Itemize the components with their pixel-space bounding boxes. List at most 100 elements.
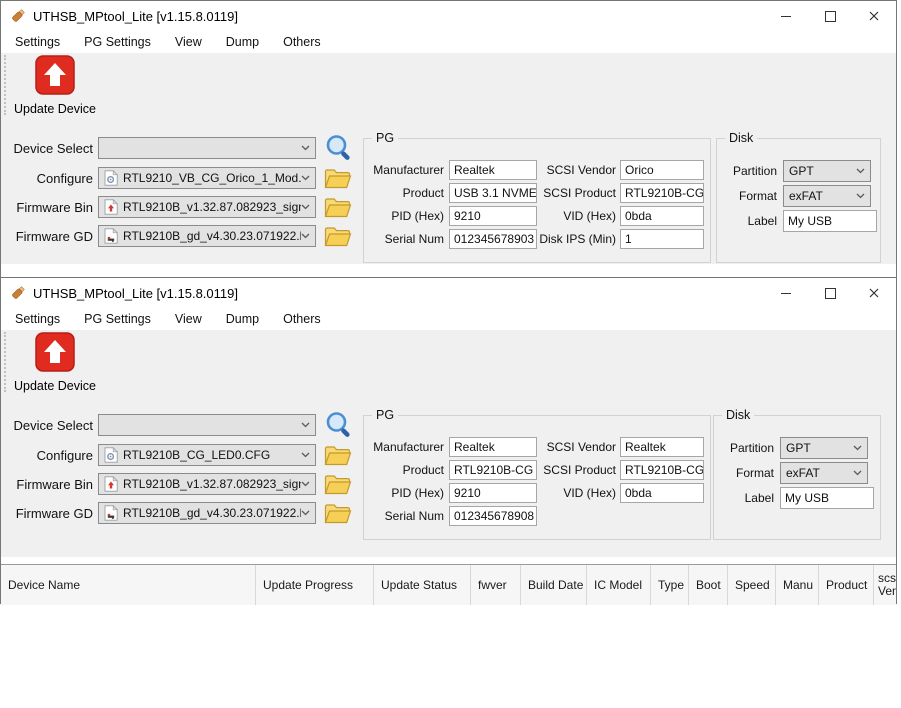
- disk-groupbox: Disk Partition GPT Format exFAT Label My…: [713, 415, 881, 540]
- col-device-name[interactable]: Device Name: [1, 565, 256, 605]
- menu-dump[interactable]: Dump: [214, 308, 271, 330]
- col-speed[interactable]: Speed: [728, 565, 776, 605]
- menu-others[interactable]: Others: [271, 308, 333, 330]
- col-manu[interactable]: Manu: [776, 565, 819, 605]
- firmware-gd-combo[interactable]: RTL9210B_gd_v4.30.23.071922.bin: [98, 502, 316, 524]
- product-field[interactable]: USB 3.1 NVME: [449, 183, 537, 203]
- col-update-status[interactable]: Update Status: [374, 565, 471, 605]
- close-button[interactable]: [852, 1, 896, 31]
- menu-pg-settings[interactable]: PG Settings: [72, 31, 163, 53]
- firmware-bin-combo[interactable]: RTL9210B_v1.32.87.082923_signed.: [98, 196, 316, 218]
- firmware-gd-value: RTL9210B_gd_v4.30.23.071922.bin: [123, 229, 301, 243]
- menu-others[interactable]: Others: [271, 31, 333, 53]
- format-combo[interactable]: exFAT: [783, 185, 871, 207]
- minimize-icon: [781, 16, 791, 17]
- menu-dump[interactable]: Dump: [214, 31, 271, 53]
- titlebar[interactable]: UTHSB_MPtool_Lite [v1.15.8.0119]: [1, 1, 896, 31]
- scsi-vendor-field[interactable]: Orico: [620, 160, 704, 180]
- vid-hex-field[interactable]: 0bda: [620, 483, 704, 503]
- close-button[interactable]: [852, 278, 896, 308]
- manufacturer-field[interactable]: Realtek: [449, 160, 537, 180]
- partition-combo[interactable]: GPT: [783, 160, 871, 182]
- serial-num-field[interactable]: 012345678903: [449, 229, 537, 249]
- update-device-label: Update Device: [9, 102, 101, 116]
- maximize-button[interactable]: [808, 278, 852, 308]
- manufacturer-label: Manufacturer: [364, 160, 444, 180]
- window-controls: [764, 1, 896, 31]
- menu-settings[interactable]: Settings: [3, 31, 72, 53]
- gd-file-icon: [104, 228, 118, 244]
- folder-open-icon[interactable]: [324, 168, 352, 189]
- device-select-combo[interactable]: [98, 414, 316, 436]
- product-label: Product: [364, 460, 444, 480]
- firmware-bin-row: Firmware Bin RTL9210B_v1.32.87.082923_si…: [1, 196, 352, 218]
- window-title: UTHSB_MPtool_Lite [v1.15.8.0119]: [33, 286, 238, 301]
- col-scsi-ven[interactable]: scsi Ven: [874, 565, 896, 605]
- minimize-button[interactable]: [764, 1, 808, 31]
- col-ic-model[interactable]: IC Model: [587, 565, 651, 605]
- app-window-2: UTHSB_MPtool_Lite [v1.15.8.0119] Setting…: [0, 277, 897, 604]
- disk-ips-field[interactable]: 1: [620, 229, 704, 249]
- col-build-date[interactable]: Build Date: [521, 565, 587, 605]
- menu-view[interactable]: View: [163, 308, 214, 330]
- firmware-gd-combo[interactable]: RTL9210B_gd_v4.30.23.071922.bin: [98, 225, 316, 247]
- firmware-bin-value: RTL9210B_v1.32.87.082923_signed.: [123, 200, 301, 214]
- update-device-icon: [35, 332, 75, 372]
- menu-pg-settings[interactable]: PG Settings: [72, 308, 163, 330]
- scsi-product-field[interactable]: RTL9210B-CG: [620, 183, 704, 203]
- manufacturer-field[interactable]: Realtek: [449, 437, 537, 457]
- menu-bar: Settings PG Settings View Dump Others: [1, 308, 896, 330]
- search-icon[interactable]: [324, 133, 354, 163]
- device-table-header: Device Name Update Progress Update Statu…: [1, 564, 896, 605]
- volume-label-field[interactable]: My USB: [783, 210, 877, 232]
- col-boot[interactable]: Boot: [689, 565, 728, 605]
- firmware-bin-label: Firmware Bin: [1, 477, 93, 492]
- maximize-icon: [825, 11, 836, 22]
- pid-hex-field[interactable]: 9210: [449, 206, 537, 226]
- configure-row: Configure RTL9210_VB_CG_Orico_1_Mod.cfg: [1, 167, 352, 189]
- update-device-button[interactable]: Update Device: [9, 55, 101, 116]
- configure-combo[interactable]: RTL9210_VB_CG_Orico_1_Mod.cfg: [98, 167, 316, 189]
- format-label: Format: [714, 463, 774, 483]
- format-value: exFAT: [786, 466, 853, 480]
- update-device-button[interactable]: Update Device: [9, 332, 101, 393]
- folder-open-icon[interactable]: [324, 503, 352, 524]
- chevron-down-icon: [301, 204, 310, 210]
- menu-view[interactable]: View: [163, 31, 214, 53]
- volume-label-field[interactable]: My USB: [780, 487, 874, 509]
- product-field[interactable]: RTL9210B-CG: [449, 460, 537, 480]
- folder-open-icon[interactable]: [324, 474, 352, 495]
- chevron-down-icon: [856, 168, 865, 174]
- search-icon[interactable]: [324, 410, 354, 440]
- col-fwver[interactable]: fwver: [471, 565, 521, 605]
- cfg-file-icon: [104, 170, 118, 186]
- serial-num-field[interactable]: 012345678908: [449, 506, 537, 526]
- chevron-down-icon: [301, 481, 310, 487]
- col-product[interactable]: Product: [819, 565, 874, 605]
- update-device-label: Update Device: [9, 379, 101, 393]
- chevron-down-icon: [853, 470, 862, 476]
- col-update-progress[interactable]: Update Progress: [256, 565, 374, 605]
- col-type[interactable]: Type: [651, 565, 689, 605]
- configure-combo[interactable]: RTL9210B_CG_LED0.CFG: [98, 444, 316, 466]
- firmware-bin-combo[interactable]: RTL9210B_v1.32.87.082923_signed.: [98, 473, 316, 495]
- folder-open-icon[interactable]: [324, 445, 352, 466]
- menu-settings[interactable]: Settings: [3, 308, 72, 330]
- vid-hex-field[interactable]: 0bda: [620, 206, 704, 226]
- configure-value: RTL9210B_CG_LED0.CFG: [123, 448, 301, 462]
- folder-open-icon[interactable]: [324, 197, 352, 218]
- bin-file-icon: [104, 476, 118, 492]
- firmware-gd-row: Firmware GD RTL9210B_gd_v4.30.23.071922.…: [1, 225, 352, 247]
- device-select-combo[interactable]: [98, 137, 316, 159]
- folder-open-icon[interactable]: [324, 226, 352, 247]
- pid-hex-field[interactable]: 9210: [449, 483, 537, 503]
- partition-value: GPT: [786, 441, 853, 455]
- partition-combo[interactable]: GPT: [780, 437, 868, 459]
- maximize-button[interactable]: [808, 1, 852, 31]
- chevron-down-icon: [301, 175, 310, 181]
- format-combo[interactable]: exFAT: [780, 462, 868, 484]
- scsi-vendor-field[interactable]: Realtek: [620, 437, 704, 457]
- scsi-product-field[interactable]: RTL9210B-CG: [620, 460, 704, 480]
- titlebar[interactable]: UTHSB_MPtool_Lite [v1.15.8.0119]: [1, 278, 896, 308]
- minimize-button[interactable]: [764, 278, 808, 308]
